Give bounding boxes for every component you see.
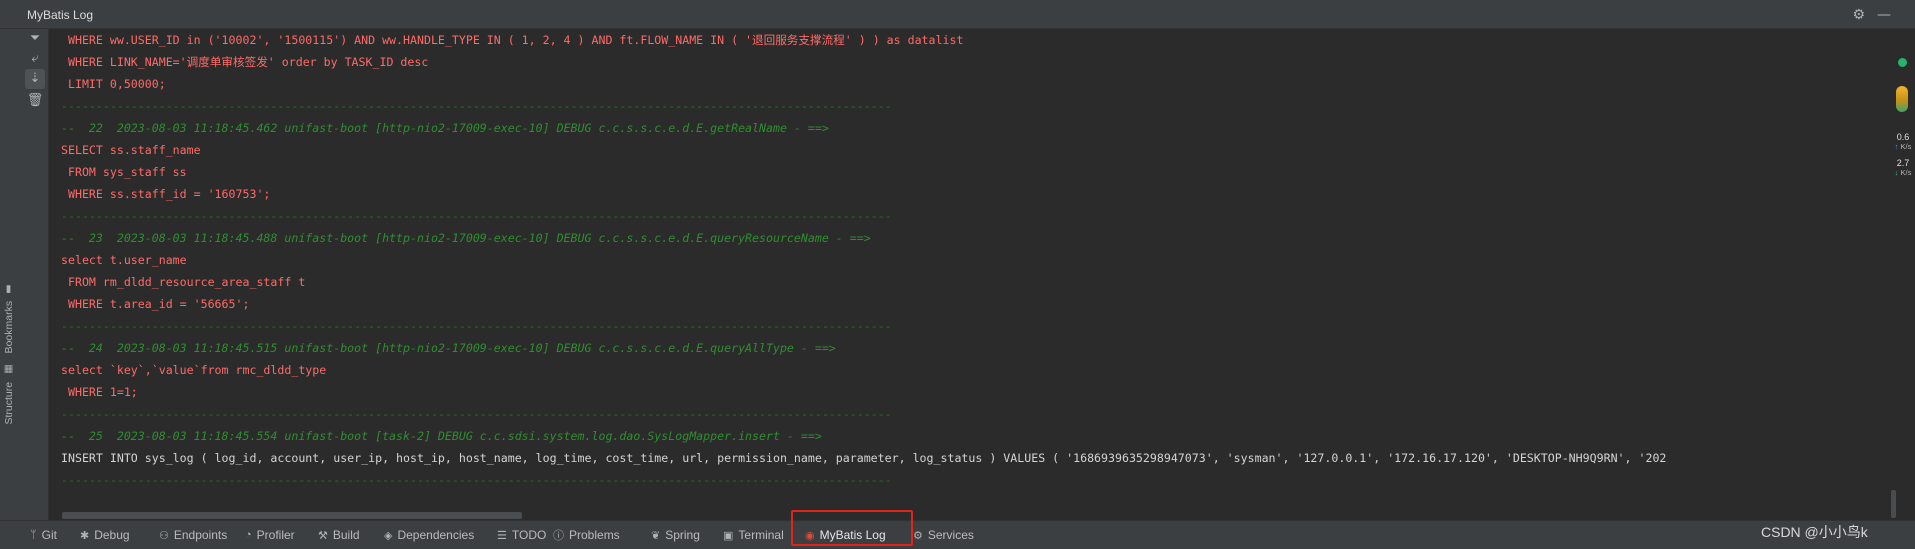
sql-line: WHERE ss.staff_id = '160753'; [61,187,271,201]
window-title: MyBatis Log [27,8,94,22]
list-icon: ☰ [497,529,507,542]
tab-spring[interactable]: ❦ Spring [651,527,700,543]
sql-line: WHERE t.area_id = '56665'; [61,297,250,311]
git-branch-icon: ᛘ [30,529,37,541]
left-tool-strip: Bookmarks ▮ Structure ▦ [0,29,23,520]
horizontal-scrollbar[interactable] [62,512,522,519]
tab-label: TODO [511,528,547,542]
tool-window-title-bar: MyBatis Log ⚙ — [0,4,1915,29]
upload-speed-unit: K/s [1900,142,1912,151]
status-dot-icon [1898,58,1907,67]
tab-label: Dependencies [397,528,475,542]
services-icon: ⚙ [913,529,923,542]
watermark: CSDN @小小鸟k [1761,524,1868,540]
bookmarks-tab[interactable]: Bookmarks ▮ [3,283,15,353]
tab-git[interactable]: ᛘ Git [30,527,57,543]
scroll-to-end-icon[interactable]: ⇣ [25,69,45,89]
tab-problems[interactable]: ⓘ Problems [553,527,620,543]
arrow-up-icon: ↑ [1894,142,1899,151]
soft-wrap-icon[interactable]: ⤶ [25,49,45,69]
endpoints-icon: ⚇ [159,529,169,542]
sql-line: WHERE ww.USER_ID in ('10002', '1500115')… [61,33,964,47]
info-icon: ⓘ [553,530,564,542]
separator-line: ----------------------------------------… [61,319,892,333]
tab-label: Problems [569,528,620,542]
bug-icon: ✱ [80,529,90,542]
download-speed: 2.7 ↓ K/s [1889,158,1915,178]
tab-dependencies[interactable]: ◈ Dependencies [384,527,474,543]
log-toolbar: ⏷ ⤶ ⇣ 🗑 [22,29,49,520]
bottom-tool-window-bar: ᛘ Git ✱ Debug ⚇ Endpoints ◔ Profiler ⚒ Build ◈ Depe… [0,520,1915,549]
spring-leaf-icon: ❦ [651,529,661,542]
separator-line: ----------------------------------------… [61,473,892,487]
gear-icon[interactable]: ⚙ [1852,7,1865,23]
log-header-line: -- 23 2023-08-03 11:18:45.488 unifast-bo… [61,231,871,245]
upload-speed-value: 0.6 [1896,132,1910,142]
sql-line: select t.user_name [61,253,187,267]
tab-label: Endpoints [173,528,228,542]
tab-endpoints[interactable]: ⚇ Endpoints [159,527,227,543]
filter-icon[interactable]: ⏷ [25,29,45,49]
tab-build[interactable]: ⚒ Build [318,527,360,543]
log-header-line: -- 24 2023-08-03 11:18:45.515 unifast-bo… [61,341,836,355]
trash-icon[interactable]: 🗑 [25,91,45,111]
tab-label: Build [332,528,360,542]
log-header-line: -- 22 2023-08-03 11:18:45.462 unifast-bo… [61,121,829,135]
red-highlight-box [791,510,913,546]
tab-profiler[interactable]: ◔ Profiler [245,527,295,543]
separator-line: ----------------------------------------… [61,209,892,223]
tab-label: Git [41,528,57,542]
sql-line: SELECT ss.staff_name [61,143,201,157]
tab-label: Debug [94,528,130,542]
profiler-icon: ◔ [245,529,252,541]
tab-label: Services [927,528,974,542]
arrow-down-icon: ↓ [1894,168,1899,177]
terminal-icon: ▣ [723,529,734,542]
title-actions: ⚙ — [1852,7,1891,23]
upload-speed: 0.6 ↑ K/s [1889,132,1915,152]
sql-line: WHERE 1=1; [61,385,138,399]
network-monitor-widget: 0.6 ↑ K/s 2.7 ↓ K/s [1885,48,1915,188]
bookmark-icon: ▮ [3,283,14,294]
bookmarks-label: Bookmarks [3,300,15,354]
dependencies-icon: ◈ [384,529,393,542]
tab-label: Profiler [256,528,295,542]
memory-gauge-icon [1896,86,1908,112]
sql-line: select `key`,`value`from rmc_dldd_type [61,363,327,377]
download-speed-value: 2.7 [1896,158,1910,168]
hammer-icon: ⚒ [318,529,328,542]
sql-line: LIMIT 0,50000; [61,77,166,91]
tab-label: Spring [665,528,700,542]
download-speed-unit: K/s [1900,168,1912,177]
sql-line: FROM rm_dldd_resource_area_staff t [61,275,306,289]
vertical-scrollbar[interactable] [1891,490,1896,518]
structure-label: Structure [3,381,15,425]
separator-line: ----------------------------------------… [61,407,892,421]
tab-todo[interactable]: ☰ TODO [497,527,546,543]
log-header-line: -- 25 2023-08-03 11:18:45.554 unifast-bo… [61,429,822,443]
tab-terminal[interactable]: ▣ Terminal [723,527,784,543]
sql-line: INSERT INTO sys_log ( log_id, account, u… [61,451,1667,465]
tab-label: Terminal [738,528,784,542]
sql-line: WHERE LINK_NAME='调度单审核签发' order by TASK_… [61,55,429,69]
separator-line: ----------------------------------------… [61,99,892,113]
tab-debug[interactable]: ✱ Debug [80,527,130,543]
sql-line: FROM sys_staff ss [61,165,187,179]
minimize-icon[interactable]: — [1877,7,1891,23]
tab-services[interactable]: ⚙ Services [913,527,974,543]
structure-tab[interactable]: Structure ▦ [3,364,15,425]
log-console[interactable]: WHERE ww.USER_ID in ('10002', '1500115')… [49,29,1889,509]
structure-icon: ▦ [3,364,14,375]
